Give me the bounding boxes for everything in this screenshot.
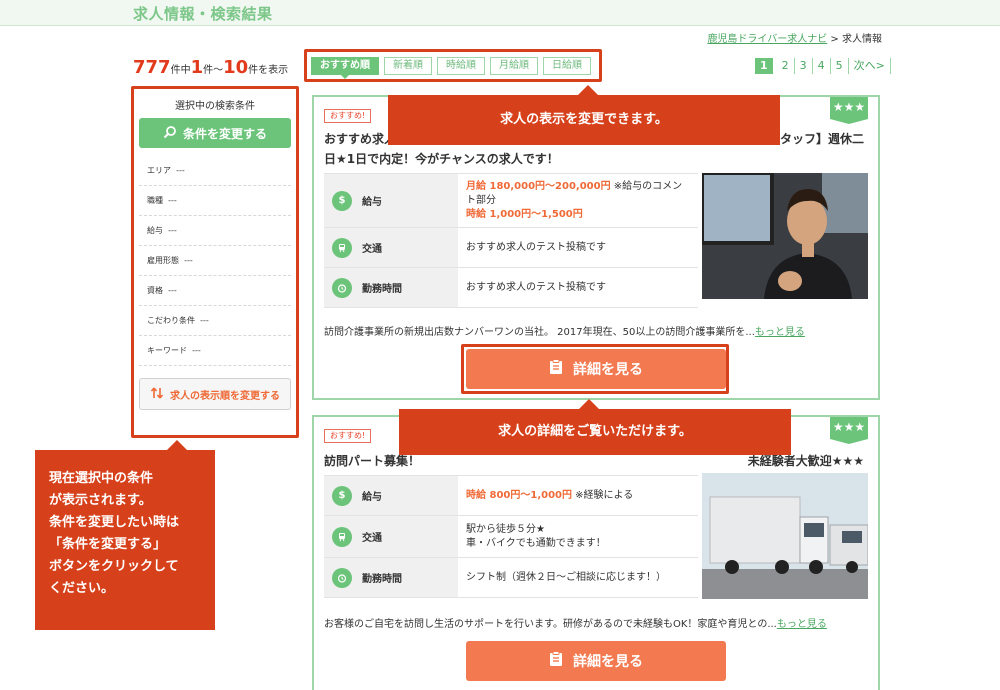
page-link-4[interactable]: 4 — [813, 58, 831, 74]
sort-tab-hourly[interactable]: 時給順 — [437, 57, 485, 75]
condition-qualification: 資格 --- — [139, 276, 291, 306]
page-title: 求人情報・検索結果 — [133, 5, 273, 23]
read-more-link[interactable]: もっと見る — [777, 619, 827, 630]
breadcrumb-home-link[interactable]: 鹿児島ドライバー求人ナビ — [707, 34, 827, 45]
recommended-tag: おすすめ! — [324, 109, 372, 123]
breadcrumb-current: 求人情報 — [842, 34, 882, 45]
job-description: お客様のご自宅を訪問し生活のサポートを行います。研修があるので未経験もOK！家庭… — [324, 619, 827, 630]
job-photo-trucks — [702, 473, 868, 599]
condition-list: エリア --- 職種 --- 給与 --- 雇用形態 --- 資格 --- こだ… — [139, 156, 291, 366]
condition-employment-type: 雇用形態 --- — [139, 246, 291, 276]
sidebar-heading: 選択中の検索条件 — [175, 101, 255, 112]
breadcrumb: 鹿児島ドライバー求人ナビ > 求人情報 — [707, 34, 882, 45]
sort-tab-daily[interactable]: 日給順 — [543, 57, 591, 75]
change-conditions-button[interactable]: 条件を変更する — [139, 118, 291, 148]
job-card: おすすめ! ★★★ 訪問パート募集！ 未経験者大歓迎★★★ $ 給与 時給 800円… — [312, 415, 880, 690]
callout-conditions-explanation: 現在選択中の条件 が表示されます。 条件を変更したい時は 「条件を変更する」 ボ… — [35, 440, 215, 630]
change-conditions-label: 条件を変更する — [182, 126, 267, 141]
info-row-salary: $ 給与 月給 180,000円〜200,000円 ※給与のコメント部分 時給 1… — [324, 174, 698, 228]
job-info-table: $ 給与 時給 800円〜1,000円 ※経験による 交通 駅から徒歩５分★ 車・… — [324, 475, 698, 598]
read-more-link[interactable]: もっと見る — [755, 327, 805, 338]
result-count: 777件中1件〜10件を表示 — [133, 57, 289, 78]
job-info-table: $ 給与 月給 180,000円〜200,000円 ※給与のコメント部分 時給 1… — [324, 173, 698, 308]
search-refresh-icon — [163, 125, 177, 142]
change-sort-order-button[interactable]: 求人の表示順を変更する — [139, 378, 291, 410]
alarm-clock-icon — [332, 567, 352, 588]
condition-area: エリア --- — [139, 156, 291, 186]
job-photo-driver — [702, 173, 868, 299]
yen-coin-icon: $ — [332, 190, 352, 211]
job-description: 訪問介護事業所の新規出店数ナンバーワンの当社。 2017年現在、50以上の訪問介… — [324, 327, 805, 338]
sort-tab-newest[interactable]: 新着順 — [384, 57, 432, 75]
train-icon — [332, 237, 352, 258]
train-icon — [332, 526, 352, 547]
view-details-button[interactable]: 詳細を見る — [466, 641, 726, 681]
clipboard-icon — [549, 651, 563, 671]
condition-preference: こだわり条件 --- — [139, 306, 291, 336]
info-row-hours: 勤務時間 シフト制（週休２日〜ご相談に応じます！） — [324, 558, 698, 598]
recommended-tag: おすすめ! — [324, 429, 372, 443]
condition-salary: 給与 --- — [139, 216, 291, 246]
alarm-clock-icon — [332, 277, 352, 298]
pagination: 1 2 3 4 5 次へ> — [755, 58, 891, 74]
condition-job-type: 職種 --- — [139, 186, 291, 216]
sort-tab-recommended[interactable]: おすすめ順 — [311, 57, 379, 79]
rating-stars: ★★★ — [830, 417, 868, 444]
info-row-access: 交通 駅から徒歩５分★ 車・バイクでも通勤できます！ — [324, 516, 698, 558]
info-row-access: 交通 おすすめ求人のテスト投稿です — [324, 228, 698, 268]
change-sort-order-label: 求人の表示順を変更する — [170, 390, 280, 402]
info-row-salary: $ 給与 時給 800円〜1,000円 ※経験による — [324, 476, 698, 516]
view-details-label: 詳細を見る — [573, 654, 643, 670]
page-link-3[interactable]: 3 — [795, 58, 813, 74]
header-bar: 求人情報・検索結果 — [0, 0, 1000, 26]
rating-stars: ★★★ — [830, 97, 868, 124]
next-page-link[interactable]: 次へ> — [849, 58, 891, 74]
info-row-hours: 勤務時間 おすすめ求人のテスト投稿です — [324, 268, 698, 308]
callout-details-explanation: 求人の詳細をご覧いただけます。 — [399, 399, 791, 455]
page-link-2[interactable]: 2 — [777, 58, 795, 74]
sort-arrows-icon — [150, 386, 164, 403]
page-link-1[interactable]: 1 — [755, 58, 773, 74]
page-link-5[interactable]: 5 — [831, 58, 849, 74]
sort-tabs: おすすめ順 新着順 時給順 月給順 日給順 — [311, 57, 591, 79]
sort-tab-monthly[interactable]: 月給順 — [490, 57, 538, 75]
details-button-highlight — [461, 344, 729, 394]
search-conditions-sidebar: 選択中の検索条件 条件を変更する エリア --- 職種 --- 給与 --- 雇… — [139, 97, 291, 410]
condition-keyword: キーワード --- — [139, 336, 291, 366]
yen-coin-icon: $ — [332, 485, 352, 506]
callout-sort-explanation: 求人の表示を変更できます。 — [388, 85, 780, 145]
